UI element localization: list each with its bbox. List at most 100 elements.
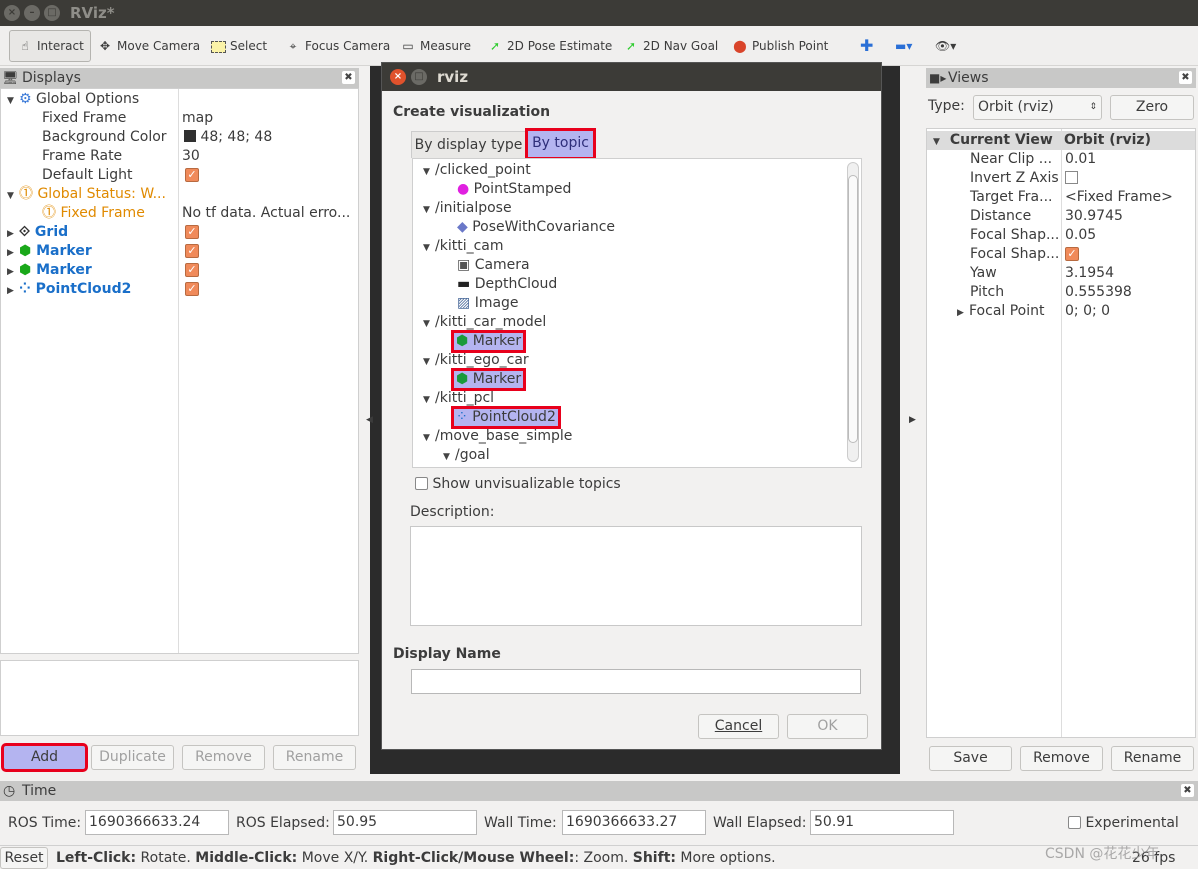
tree-item-grid[interactable]: ▶ ⟐ Grid bbox=[7, 223, 68, 242]
tool-interact[interactable]: ☝ Interact bbox=[9, 30, 91, 62]
wall-elapsed-field[interactable]: 50.91 bbox=[810, 810, 954, 835]
view-property-value[interactable]: 0.05 bbox=[1065, 226, 1096, 245]
cancel-button[interactable]: Cancel bbox=[698, 714, 779, 739]
display-type-item[interactable]: ▬ DepthCloud bbox=[457, 275, 557, 294]
display-type-item[interactable]: ▣ Camera bbox=[457, 256, 530, 275]
display-type-item[interactable]: ⬢ Marker bbox=[450, 330, 527, 353]
tool-measure[interactable]: ▭ Measure bbox=[399, 34, 471, 58]
display-type-item[interactable]: ▨ Image bbox=[457, 294, 519, 313]
add-button[interactable]: Add bbox=[1, 743, 88, 772]
display-type-item[interactable]: ● PointStamped bbox=[457, 180, 571, 199]
tool-2d-nav-goal[interactable]: ➚ 2D Nav Goal bbox=[622, 34, 718, 58]
view-property[interactable]: Invert Z Axis bbox=[970, 169, 1059, 188]
view-property[interactable]: Yaw bbox=[970, 264, 997, 283]
wall-time-field[interactable]: 1690366633.27 bbox=[562, 810, 706, 835]
zero-button[interactable]: Zero bbox=[1110, 95, 1194, 120]
expand-arrow-icon[interactable]: ▼ bbox=[423, 201, 435, 220]
view-property-value[interactable]: 30.9745 bbox=[1065, 207, 1123, 226]
expand-arrow-icon[interactable]: ▼ bbox=[423, 163, 435, 182]
tree-item-marker[interactable]: ▶ ⬢ Marker bbox=[7, 242, 92, 261]
remove-tool-icon[interactable]: ▬▾ bbox=[895, 34, 912, 58]
topic-item[interactable]: ▼/initialpose bbox=[423, 199, 512, 218]
expand-arrow-icon[interactable]: ▼ bbox=[423, 429, 435, 448]
view-property[interactable]: Pitch bbox=[970, 283, 1004, 302]
view-property-value[interactable]: 0.01 bbox=[1065, 150, 1096, 169]
tool-2d-pose-estimate[interactable]: ➚ 2D Pose Estimate bbox=[486, 34, 612, 58]
eye-icon[interactable]: 👁▾ bbox=[935, 34, 956, 58]
ros-time-field[interactable]: 1690366633.24 bbox=[85, 810, 229, 835]
view-type-select[interactable]: Orbit (rviz) ⇕ bbox=[973, 95, 1102, 120]
tree-item-frame-rate[interactable]: Frame Rate bbox=[42, 147, 122, 166]
ok-button[interactable]: OK bbox=[787, 714, 868, 739]
view-property-value[interactable]: <Fixed Frame> bbox=[1065, 188, 1173, 207]
scrollbar[interactable] bbox=[847, 162, 859, 462]
tree-item-default-light[interactable]: Default Light bbox=[42, 166, 133, 185]
background-color-value[interactable]: 48; 48; 48 bbox=[184, 128, 272, 147]
view-property[interactable]: ▶ Focal Point bbox=[957, 302, 1045, 321]
frame-rate-value[interactable]: 30 bbox=[182, 147, 200, 166]
view-property[interactable]: Target Fra... bbox=[970, 188, 1052, 207]
close-icon[interactable]: ✖ bbox=[1181, 784, 1194, 797]
display-type-item[interactable]: ▼/goal bbox=[443, 446, 490, 465]
topic-item[interactable]: ▼/kitti_pcl bbox=[423, 389, 494, 408]
reset-button[interactable]: Reset bbox=[0, 847, 48, 869]
topic-item[interactable]: ▼/kitti_car_model bbox=[423, 313, 546, 332]
view-property[interactable]: Near Clip ... bbox=[970, 150, 1052, 169]
expand-arrow-icon[interactable]: ▼ bbox=[423, 315, 435, 334]
maximize-window-button[interactable]: □ bbox=[44, 5, 60, 21]
expand-arrow-icon[interactable]: ▼ bbox=[443, 448, 455, 467]
grid-checkbox[interactable]: ✓ bbox=[185, 223, 199, 242]
expand-arrow-icon[interactable]: ▼ bbox=[423, 391, 435, 410]
marker-checkbox[interactable]: ✓ bbox=[185, 242, 199, 261]
expand-arrow-icon[interactable]: ▼ bbox=[423, 239, 435, 258]
show-unvisualizable-checkbox[interactable]: Show unvisualizable topics bbox=[415, 476, 621, 492]
ros-elapsed-field[interactable]: 50.95 bbox=[333, 810, 477, 835]
experimental-checkbox[interactable]: Experimental bbox=[1068, 815, 1179, 831]
display-type-item[interactable]: ⬢ Marker bbox=[450, 368, 527, 391]
view-property-value[interactable]: 0.555398 bbox=[1065, 283, 1132, 302]
duplicate-button[interactable]: Duplicate bbox=[91, 745, 174, 770]
collapse-right-icon[interactable]: ▶ bbox=[909, 415, 916, 425]
add-tool-icon[interactable]: ✚ bbox=[860, 34, 873, 58]
topic-item[interactable]: ▼/kitti_ego_car bbox=[423, 351, 529, 370]
view-property-value[interactable]: 3.1954 bbox=[1065, 264, 1114, 283]
view-property[interactable]: Distance bbox=[970, 207, 1031, 226]
tree-item-global-status[interactable]: ▼ ⓵ Global Status: W... bbox=[7, 185, 166, 204]
tool-focus-camera[interactable]: ⌖ Focus Camera bbox=[284, 34, 391, 58]
remove-button[interactable]: Remove bbox=[182, 745, 265, 770]
tab-by-topic[interactable]: By topic bbox=[525, 128, 596, 160]
topic-item[interactable]: ▼/kitti_cam bbox=[423, 237, 504, 256]
dialog-maximize-button[interactable]: □ bbox=[411, 69, 427, 85]
tool-move-camera[interactable]: ✥ Move Camera bbox=[96, 34, 200, 58]
rename-view-button[interactable]: Rename bbox=[1111, 746, 1194, 771]
current-view-row[interactable]: ▼ Current View bbox=[933, 131, 1053, 150]
topic-item[interactable]: ▼/move_base_simple bbox=[423, 427, 572, 446]
invert-z-checkbox[interactable] bbox=[1065, 169, 1078, 188]
display-name-input[interactable] bbox=[411, 669, 861, 694]
tree-item-background-color[interactable]: Background Color bbox=[42, 128, 167, 147]
topic-item[interactable]: ▼/clicked_point bbox=[423, 161, 531, 180]
view-property[interactable]: Focal Shap... bbox=[970, 226, 1059, 245]
focal-shape-checkbox[interactable]: ✓ bbox=[1065, 245, 1079, 264]
tool-select[interactable]: Select bbox=[209, 34, 267, 58]
remove-view-button[interactable]: Remove bbox=[1020, 746, 1103, 771]
tab-by-display-type[interactable]: By display type bbox=[411, 131, 526, 158]
dialog-close-button[interactable]: × bbox=[390, 69, 406, 85]
close-icon[interactable]: ✖ bbox=[342, 71, 355, 84]
rename-button[interactable]: Rename bbox=[273, 745, 356, 770]
view-property[interactable]: Focal Shap... bbox=[970, 245, 1059, 264]
expand-arrow-icon[interactable]: ▶ bbox=[957, 304, 969, 323]
display-type-item[interactable]: ⁘ PointCloud2 bbox=[451, 406, 561, 429]
close-window-button[interactable]: × bbox=[4, 5, 20, 21]
tree-item-fixed-frame[interactable]: Fixed Frame bbox=[42, 109, 126, 128]
minimize-window-button[interactable]: – bbox=[24, 5, 40, 21]
default-light-checkbox[interactable]: ✓ bbox=[185, 166, 199, 185]
expand-arrow-icon[interactable]: ▼ bbox=[423, 353, 435, 372]
close-icon[interactable]: ✖ bbox=[1179, 71, 1192, 84]
tree-item-status-fixed-frame[interactable]: ⓵ Fixed Frame bbox=[42, 204, 145, 223]
marker-checkbox[interactable]: ✓ bbox=[185, 261, 199, 280]
tree-item-global-options[interactable]: ▼ ⚙ Global Options bbox=[7, 90, 139, 109]
tree-item-pointcloud2[interactable]: ▶ ⁘ PointCloud2 bbox=[7, 280, 131, 299]
display-type-item[interactable]: ◆ PoseWithCovariance bbox=[457, 218, 615, 237]
tool-publish-point[interactable]: ⬤ Publish Point bbox=[731, 34, 828, 58]
